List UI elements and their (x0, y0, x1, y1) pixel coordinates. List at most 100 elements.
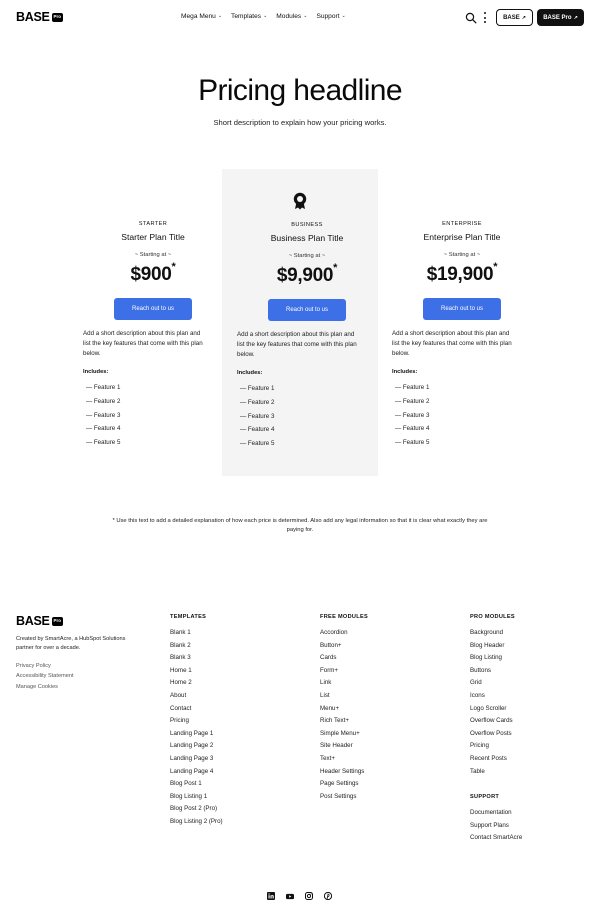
plan-feature: — Feature 2 (395, 397, 430, 405)
footer-link[interactable]: Menu+ (320, 705, 368, 718)
footer-link[interactable]: Support Plans (470, 822, 522, 835)
footer-link[interactable]: Blog Listing 1 (170, 793, 223, 806)
footer-link[interactable]: Blank 1 (170, 629, 223, 642)
footer-link[interactable]: Blog Listing (470, 654, 515, 667)
plan-feature: — Feature 5 (395, 439, 430, 447)
footer-link[interactable]: Pricing (470, 742, 515, 755)
base-pro-button-label: BASE Pro (543, 14, 572, 21)
footer-link[interactable]: Blank 2 (170, 642, 223, 655)
award-icon (292, 192, 308, 210)
footer-link[interactable]: Contact (170, 705, 223, 718)
plan-starting-at: ~ Starting at ~ (443, 252, 481, 258)
nav-item-support[interactable]: Support ⌄ (316, 13, 345, 20)
footer-link[interactable]: Blog Header (470, 642, 515, 655)
plan-includes-label: Includes: (392, 369, 418, 375)
footer-logo[interactable]: BASE Pro (16, 615, 64, 628)
footer-legal-links: Privacy Policy Accessibility Statement M… (16, 663, 74, 690)
footer-link[interactable]: Blog Post 1 (170, 780, 223, 793)
logo-text: BASE (16, 10, 50, 24)
plan-feature: — Feature 4 (240, 426, 275, 434)
footer-link[interactable]: Documentation (470, 809, 522, 822)
footer-column-free-modules: FREE MODULES Accordion Button+ Cards For… (320, 614, 368, 805)
site-header: BASE Pro Mega Menu ⌄ Templates ⌄ Modules ⌄ … (0, 0, 600, 36)
plan-feature: — Feature 1 (240, 385, 275, 392)
accessibility-statement-link[interactable]: Accessibility Statement (16, 673, 74, 679)
footer-link[interactable]: Home 1 (170, 667, 223, 680)
instagram-icon[interactable] (305, 892, 313, 900)
footer-link[interactable]: List (320, 692, 368, 705)
footer-column-title: PRO MODULES (470, 614, 515, 620)
page-title: Pricing headline (198, 74, 402, 107)
plan-price: $19,900* (392, 261, 532, 286)
footer-link[interactable]: Recent Posts (470, 755, 515, 768)
plan-feature-list: — Feature 1 — Feature 2 — Feature 3 — Fe… (392, 384, 532, 453)
youtube-icon[interactable] (286, 892, 294, 900)
footer-link[interactable]: Blog Listing 2 (Pro) (170, 818, 223, 831)
footer-link[interactable]: Contact SmartAcre (470, 834, 522, 847)
footer-link[interactable]: Logo Scroller (470, 705, 515, 718)
footer-link[interactable]: Icons (470, 692, 515, 705)
footer-link[interactable]: Pricing (170, 717, 223, 730)
footer-link[interactable]: Landing Page 4 (170, 768, 223, 781)
linkedin-icon[interactable] (267, 892, 275, 900)
plan-feature: — Feature 2 (240, 398, 275, 406)
site-logo[interactable]: BASE Pro (16, 10, 64, 24)
footer-link[interactable]: Accordion (320, 629, 368, 642)
footer-link[interactable]: Blog Post 2 (Pro) (170, 805, 223, 818)
footer-link[interactable]: Link (320, 679, 368, 692)
footer-link[interactable]: Rich Text+ (320, 717, 368, 730)
reach-out-button[interactable]: Reach out to us (114, 298, 192, 320)
pinterest-icon[interactable] (324, 892, 332, 900)
footer-link[interactable]: Button+ (320, 642, 368, 655)
privacy-policy-link[interactable]: Privacy Policy (16, 663, 74, 669)
nav-item-templates[interactable]: Templates ⌄ (231, 13, 267, 20)
footer-link[interactable]: Background (470, 629, 515, 642)
price-asterisk: * (171, 260, 176, 273)
plan-feature: — Feature 5 (240, 440, 275, 448)
footer-link[interactable]: Simple Menu+ (320, 730, 368, 743)
footer-link[interactable]: Page Settings (320, 780, 368, 793)
more-vertical-icon[interactable] (482, 11, 488, 24)
main-nav: Mega Menu ⌄ Templates ⌄ Modules ⌄ Support ⌄ (181, 13, 346, 20)
footer-link[interactable]: Cards (320, 654, 368, 667)
footer-description: Created by SmartAcre, a HubSpot Solution… (16, 636, 126, 651)
footer-link[interactable]: Form+ (320, 667, 368, 680)
plan-price: $900* (83, 260, 223, 286)
footer-link[interactable]: Landing Page 3 (170, 755, 223, 768)
plan-feature-list: — Feature 1 — Feature 2 — Feature 3 — Fe… (237, 385, 377, 454)
base-pro-button[interactable]: BASE Pro ↗ (537, 9, 584, 26)
external-link-icon: ↗ (573, 14, 578, 21)
nav-item-modules[interactable]: Modules ⌄ (276, 13, 307, 20)
nav-item-mega-menu[interactable]: Mega Menu ⌄ (181, 13, 222, 20)
footer-link[interactable]: About (170, 692, 223, 705)
base-button[interactable]: BASE ↗ (496, 9, 533, 26)
plan-price: $9,900* (237, 262, 377, 287)
footer-link[interactable]: Table (470, 768, 515, 781)
plan-includes-label: Includes: (83, 369, 109, 375)
footer-link[interactable]: Overflow Posts (470, 730, 515, 743)
plan-description: Add a short description about this plan … (237, 331, 357, 358)
footer-link[interactable]: Blank 3 (170, 654, 223, 667)
plan-description: Add a short description about this plan … (83, 330, 203, 357)
footer-link[interactable]: Home 2 (170, 679, 223, 692)
footer-link[interactable]: Grid (470, 679, 515, 692)
footer-link[interactable]: Overflow Cards (470, 717, 515, 730)
reach-out-button[interactable]: Reach out to us (268, 299, 346, 321)
plan-title: Starter Plan Title (121, 232, 185, 242)
footer-link[interactable]: Landing Page 1 (170, 730, 223, 743)
reach-out-button[interactable]: Reach out to us (423, 298, 501, 320)
footer-link[interactable]: Site Header (320, 742, 368, 755)
footer-link[interactable]: Header Settings (320, 768, 368, 781)
footer-column-pro-modules: PRO MODULES Background Blog Header Blog … (470, 614, 515, 780)
search-icon[interactable] (465, 11, 477, 24)
footer-link[interactable]: Post Settings (320, 793, 368, 806)
plan-includes-label: Includes: (237, 370, 263, 376)
plan-kicker: STARTER (138, 221, 168, 227)
plan-price-value: $19,900 (426, 264, 494, 285)
footer-link[interactable]: Landing Page 2 (170, 742, 223, 755)
manage-cookies-link[interactable]: Manage Cookies (16, 684, 74, 690)
footer-link[interactable]: Text+ (320, 755, 368, 768)
plan-feature: — Feature 4 (86, 425, 121, 433)
chevron-down-icon: ⌄ (263, 13, 268, 19)
footer-link[interactable]: Buttons (470, 667, 515, 680)
